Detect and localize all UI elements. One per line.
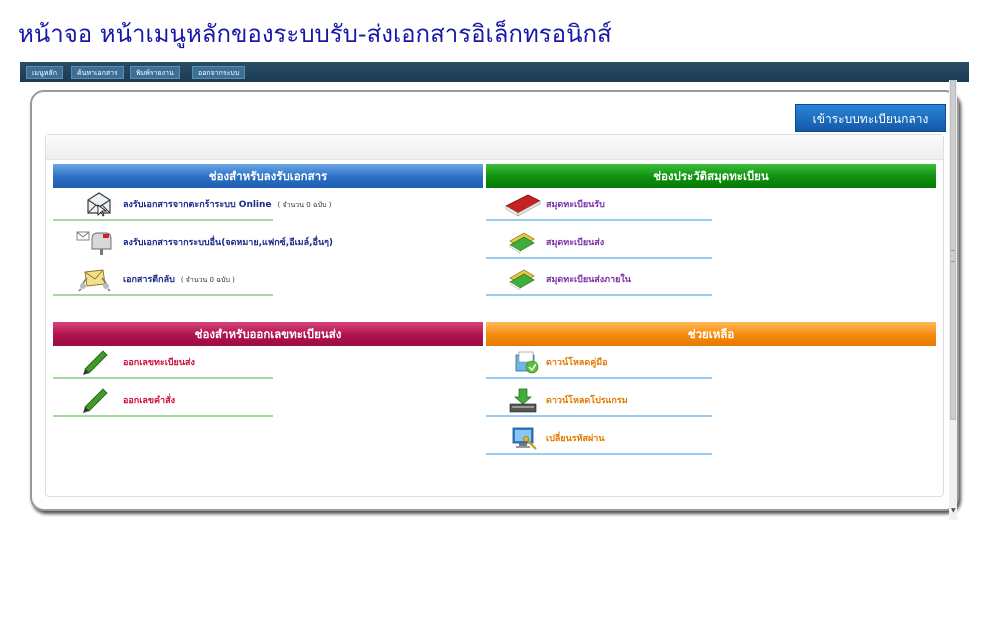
scrollbar-grip <box>951 250 955 262</box>
change-password-label: เปลี่ยนรหัสผ่าน <box>546 434 605 444</box>
scroll-down-arrow-icon[interactable]: ▼ <box>951 507 956 514</box>
green-book-icon <box>509 232 535 254</box>
item-underline <box>486 415 712 417</box>
issue-order-number-label: ออกเลขคำสั่ง <box>123 396 175 406</box>
green-book-icon <box>509 269 535 291</box>
manual-download-icon <box>515 351 539 374</box>
download-manual-item[interactable]: ดาวน์โหลดคู่มือ <box>486 347 712 379</box>
received-register-item[interactable]: สมุดทะเบียนรับ <box>486 189 712 221</box>
help-section-header: ช่วยเหลือ <box>486 322 936 346</box>
mailbox-icon <box>76 231 112 255</box>
item-underline <box>53 377 273 379</box>
page-title: หน้าจอ หน้าเมนูหลักของระบบรับ-ส่งเอกสารอ… <box>18 20 612 48</box>
item-underline <box>486 294 712 296</box>
registry-section-header: ช่องประวัติสมุดทะเบียน <box>486 164 936 188</box>
download-program-item[interactable]: ดาวน์โหลดโปรแกรม <box>486 385 712 417</box>
top-nav-bar: เมนูหลัก ค้นหาเอกสาร พิมพ์รายงาน ออกจากร… <box>20 62 969 82</box>
item-underline <box>53 294 273 296</box>
pencil-icon <box>83 350 108 375</box>
nav-logout[interactable]: ออกจากระบบ <box>192 66 246 79</box>
issue-section-title: ช่องสำหรับออกเลขทะเบียนส่ง <box>194 327 342 341</box>
received-register-label: สมุดทะเบียนรับ <box>546 200 605 210</box>
receive-other-label: ลงรับเอกสารจากระบบอื่น(จดหมาย,แฟกซ์,อีเม… <box>123 238 334 248</box>
item-underline <box>486 453 712 455</box>
receive-section-header: ช่องสำหรับลงรับเอกสาร <box>53 164 483 188</box>
returned-documents-text: เอกสารตีกลับ <box>123 275 175 285</box>
issue-section-header: ช่องสำหรับออกเลขทะเบียนส่ง <box>53 322 483 346</box>
returned-letter-icon <box>78 269 111 292</box>
program-download-icon <box>509 388 537 413</box>
receive-online-count: ( จำนวน 0 ฉบับ ) <box>277 201 332 209</box>
item-underline <box>53 415 273 417</box>
download-program-label: ดาวน์โหลดโปรแกรม <box>546 396 628 406</box>
receive-online-item[interactable]: ลงรับเอกสารจากตะกร้าระบบ Online ( จำนวน 0… <box>53 189 332 221</box>
menu-panel: ช่องสำหรับลงรับเอกสาร ลงรับเอกสารจากตะกร… <box>45 134 944 497</box>
receive-online-text: ลงรับเอกสารจากตะกร้าระบบ Online <box>123 200 272 210</box>
issue-sent-number-item[interactable]: ออกเลขทะเบียนส่ง <box>53 347 273 379</box>
main-frame: เข้าระบบทะเบียนกลาง ช่องสำหรับลงรับเอกสา… <box>30 90 959 511</box>
item-underline <box>486 377 712 379</box>
returned-documents-label: เอกสารตีกลับ ( จำนวน 0 ฉบับ ) <box>123 272 235 286</box>
registry-section-title: ช่องประวัติสมุดทะเบียน <box>653 169 769 183</box>
internal-sent-register-label: สมุดทะเบียนส่งภายใน <box>546 275 631 285</box>
item-underline <box>486 257 712 259</box>
vertical-scrollbar[interactable] <box>949 80 957 520</box>
nav-print-report[interactable]: พิมพ์รายงาน <box>130 66 180 79</box>
item-underline <box>486 219 712 221</box>
sent-register-item[interactable]: สมุดทะเบียนส่ง <box>486 227 712 259</box>
pencil-icon <box>83 388 108 413</box>
central-registry-button[interactable]: เข้าระบบทะเบียนกลาง <box>795 104 946 132</box>
change-password-icon <box>512 427 537 450</box>
download-manual-label: ดาวน์โหลดคู่มือ <box>546 358 608 368</box>
red-book-icon <box>505 194 541 217</box>
receive-other-item[interactable]: ลงรับเอกสารจากระบบอื่น(จดหมาย,แฟกซ์,อีเม… <box>53 227 333 259</box>
receive-online-label: ลงรับเอกสารจากตะกร้าระบบ Online ( จำนวน 0… <box>123 197 332 211</box>
issue-sent-number-label: ออกเลขทะเบียนส่ง <box>123 358 195 368</box>
issue-order-number-item[interactable]: ออกเลขคำสั่ง <box>53 385 273 417</box>
returned-documents-count: ( จำนวน 0 ฉบับ ) <box>180 276 235 284</box>
change-password-item[interactable]: เปลี่ยนรหัสผ่าน <box>486 423 712 455</box>
envelope-online-icon <box>87 192 111 217</box>
sent-register-label: สมุดทะเบียนส่ง <box>546 238 605 248</box>
help-section-title: ช่วยเหลือ <box>687 327 735 341</box>
nav-main-menu[interactable]: เมนูหลัก <box>26 66 63 79</box>
returned-documents-item[interactable]: เอกสารตีกลับ ( จำนวน 0 ฉบับ ) <box>53 264 273 296</box>
nav-search-documents[interactable]: ค้นหาเอกสาร <box>71 66 124 79</box>
internal-sent-register-item[interactable]: สมุดทะเบียนส่งภายใน <box>486 264 712 296</box>
receive-section-title: ช่องสำหรับลงรับเอกสาร <box>208 169 328 183</box>
app-screen: เมนูหลัก ค้นหาเอกสาร พิมพ์รายงาน ออกจากร… <box>20 62 969 522</box>
menu-panel-band <box>46 135 943 160</box>
item-underline <box>53 219 273 221</box>
